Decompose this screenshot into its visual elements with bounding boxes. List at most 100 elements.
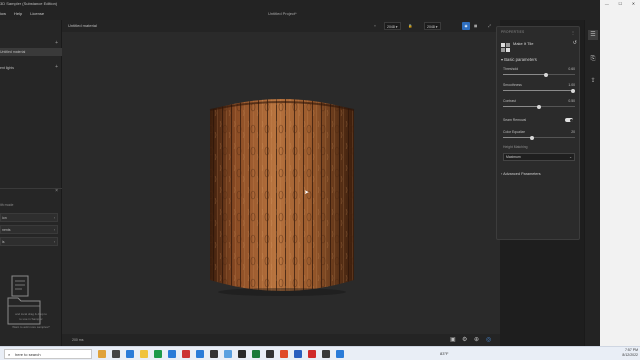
app-icon[interactable] (294, 350, 302, 358)
menu-bar: iow Help License Untitled Project* (0, 8, 640, 20)
grid-icon[interactable]: ▦ (474, 22, 477, 30)
reset-view-icon[interactable]: ◎ (486, 334, 491, 346)
basic-parameters-section[interactable]: ▾ Basic parameters (501, 57, 537, 62)
chevron-right-icon: › (53, 216, 55, 220)
folder-icon[interactable] (140, 350, 148, 358)
make-it-tile-icon (501, 43, 510, 52)
edge-icon[interactable] (126, 350, 134, 358)
slider-track[interactable] (503, 135, 575, 140)
chrome-icon[interactable] (308, 350, 316, 358)
app-icon[interactable] (196, 350, 204, 358)
app-icon[interactable] (98, 350, 106, 358)
reset-icon[interactable]: ↺ (573, 40, 577, 46)
export-icon[interactable]: ⎘ (588, 54, 598, 64)
menu-help[interactable]: Help (14, 8, 22, 20)
taskbar-apps (98, 350, 344, 358)
color-equalize-slider[interactable]: Color Equalize 20 (503, 130, 575, 144)
slider-track[interactable] (503, 88, 575, 93)
desktop-background: — ☐ ✕ (600, 0, 640, 346)
drop-hint-text: to use in Sampler (19, 317, 43, 321)
window-controls: — ☐ ✕ (600, 0, 640, 8)
param-label: Threshold (503, 67, 519, 71)
zoom-icon[interactable]: ⊕ (474, 334, 479, 346)
app-icon[interactable] (168, 350, 176, 358)
weather-widget[interactable]: 83°F (440, 350, 449, 358)
resolution-value: 2048 (387, 25, 395, 29)
slider-handle[interactable] (530, 135, 534, 140)
system-tray-clock[interactable]: 7:57 PM 8/12/2022 (622, 348, 638, 358)
menu-window[interactable]: iow (0, 8, 6, 20)
app-icon[interactable] (112, 350, 120, 358)
environment-item[interactable]: ent lights + (0, 64, 62, 71)
slider-handle[interactable] (571, 88, 575, 93)
app-icon[interactable] (238, 350, 246, 358)
slider-fill (503, 106, 539, 107)
layer-box-label: ls (2, 240, 5, 244)
slider-fill (503, 137, 532, 138)
xbox-icon[interactable] (154, 350, 162, 358)
layers-divider: × (0, 188, 62, 194)
add-light-button[interactable]: + (55, 64, 58, 70)
app-icon[interactable] (182, 350, 190, 358)
slider-track[interactable] (503, 104, 575, 109)
layer-box-3[interactable]: ls › (0, 237, 58, 246)
right-toolbar: ☰ ⎘ ⇪ (584, 20, 600, 346)
app-icon[interactable] (210, 350, 218, 358)
app-icon[interactable] (322, 350, 330, 358)
chevron-right-icon: › (53, 228, 55, 232)
maximize-button[interactable]: ☐ (619, 0, 623, 8)
app-icon[interactable] (224, 350, 232, 358)
material-item-label: Untitled material (0, 50, 26, 54)
viewport-statusbar: 200 ms ▣ ⚙ ⊕ ◎ (62, 334, 500, 346)
slider-handle[interactable] (544, 72, 548, 77)
advanced-parameters-section[interactable]: › Advanced Parameters (501, 172, 541, 176)
layer-box-2[interactable]: nents › (0, 225, 58, 234)
close-button[interactable]: ✕ (632, 0, 635, 8)
slider-track[interactable] (503, 72, 575, 77)
add-material-button[interactable]: + (55, 40, 58, 46)
minimize-button[interactable]: — (605, 0, 609, 8)
section-title: Advanced Parameters (503, 172, 541, 176)
seam-removal-toggle[interactable] (565, 118, 573, 122)
panel-options-icon[interactable]: ⋮ (571, 30, 575, 35)
lock-icon[interactable]: 🔒 (408, 22, 412, 30)
material-preview-cylinder[interactable] (204, 96, 360, 296)
contrast-slider[interactable]: Contrast 0.50 (503, 99, 575, 113)
taskbar: ⌕ here to search 83°F 7:57 PM 8/12/2022 (0, 346, 640, 360)
settings-icon[interactable]: ⚙ (462, 334, 467, 346)
properties-tab-icon[interactable]: ☰ (588, 30, 598, 40)
share-icon[interactable]: ⇪ (588, 76, 598, 86)
menu-license[interactable]: License (30, 8, 44, 20)
view-mode-icon[interactable]: ◉ (462, 22, 470, 30)
app-icon[interactable] (336, 350, 344, 358)
threshold-slider[interactable]: Threshold 0.60 (503, 67, 575, 81)
more-samples-link[interactable]: Want to add more samples? (0, 325, 62, 329)
layer-box-1[interactable]: ion › (0, 213, 58, 222)
project-title: Untitled Project* (268, 11, 297, 16)
app-icon[interactable] (280, 350, 288, 358)
search-icon: ⌕ (8, 352, 11, 357)
height-matching-row: Height Matching (503, 145, 575, 151)
camera-icon[interactable]: ⌖ (374, 22, 376, 30)
close-icon[interactable]: × (55, 188, 58, 194)
material-tab[interactable]: Untitled material (68, 20, 97, 32)
slider-handle[interactable] (537, 104, 541, 109)
viewport[interactable]: Untitled material ⌖ 2048 ▾ 🔒 2048 ▾ ◉ ▦ … (62, 20, 500, 346)
app-icon[interactable] (252, 350, 260, 358)
video-icon[interactable]: ▣ (450, 334, 456, 346)
layer-box-label: ion (2, 216, 7, 220)
drop-files-icon[interactable] (4, 274, 44, 330)
resolution-select-2[interactable]: 2048 ▾ (424, 22, 441, 30)
app-icon[interactable] (266, 350, 274, 358)
layer-box-label: nents (2, 228, 11, 232)
viewport-toolbar: Untitled material ⌖ 2048 ▾ 🔒 2048 ▾ ◉ ▦ … (62, 20, 500, 32)
resolution-select-1[interactable]: 2048 ▾ (384, 22, 401, 30)
height-matching-select[interactable]: Maximum ⌄ (503, 153, 575, 161)
taskbar-search[interactable]: ⌕ here to search (4, 349, 92, 359)
material-item-selected[interactable]: Untitled material (0, 48, 62, 56)
cursor-icon: ➤ (304, 190, 310, 196)
param-value: 0.60 (568, 67, 575, 71)
expand-icon[interactable]: ⤢ (488, 22, 491, 30)
param-value: 1.00 (568, 83, 575, 87)
smoothness-slider[interactable]: Smoothness 1.00 (503, 83, 575, 97)
